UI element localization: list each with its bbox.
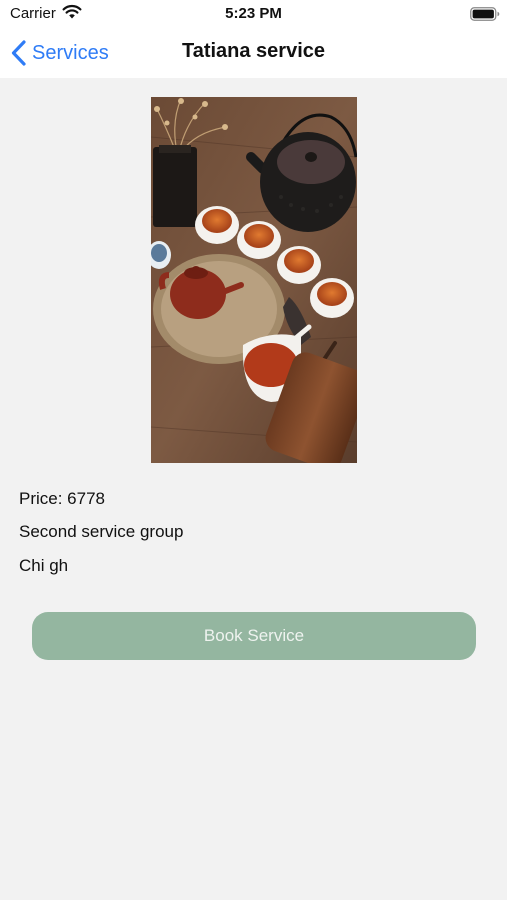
price-text: Price: 6778 <box>19 489 105 508</box>
navigation-bar: Services Tatiana service <box>0 28 507 78</box>
book-service-button[interactable]: Book Service <box>32 612 476 660</box>
battery-icon <box>470 7 500 26</box>
service-description-text: Chi gh <box>19 556 69 575</box>
tea-set-photo <box>151 97 357 463</box>
service-group-text: Second service group <box>19 522 184 541</box>
page-title: Tatiana service <box>181 40 326 62</box>
status-bar: Carrier 5:23 PM <box>0 0 507 28</box>
clock: 5:23 PM <box>225 5 282 22</box>
